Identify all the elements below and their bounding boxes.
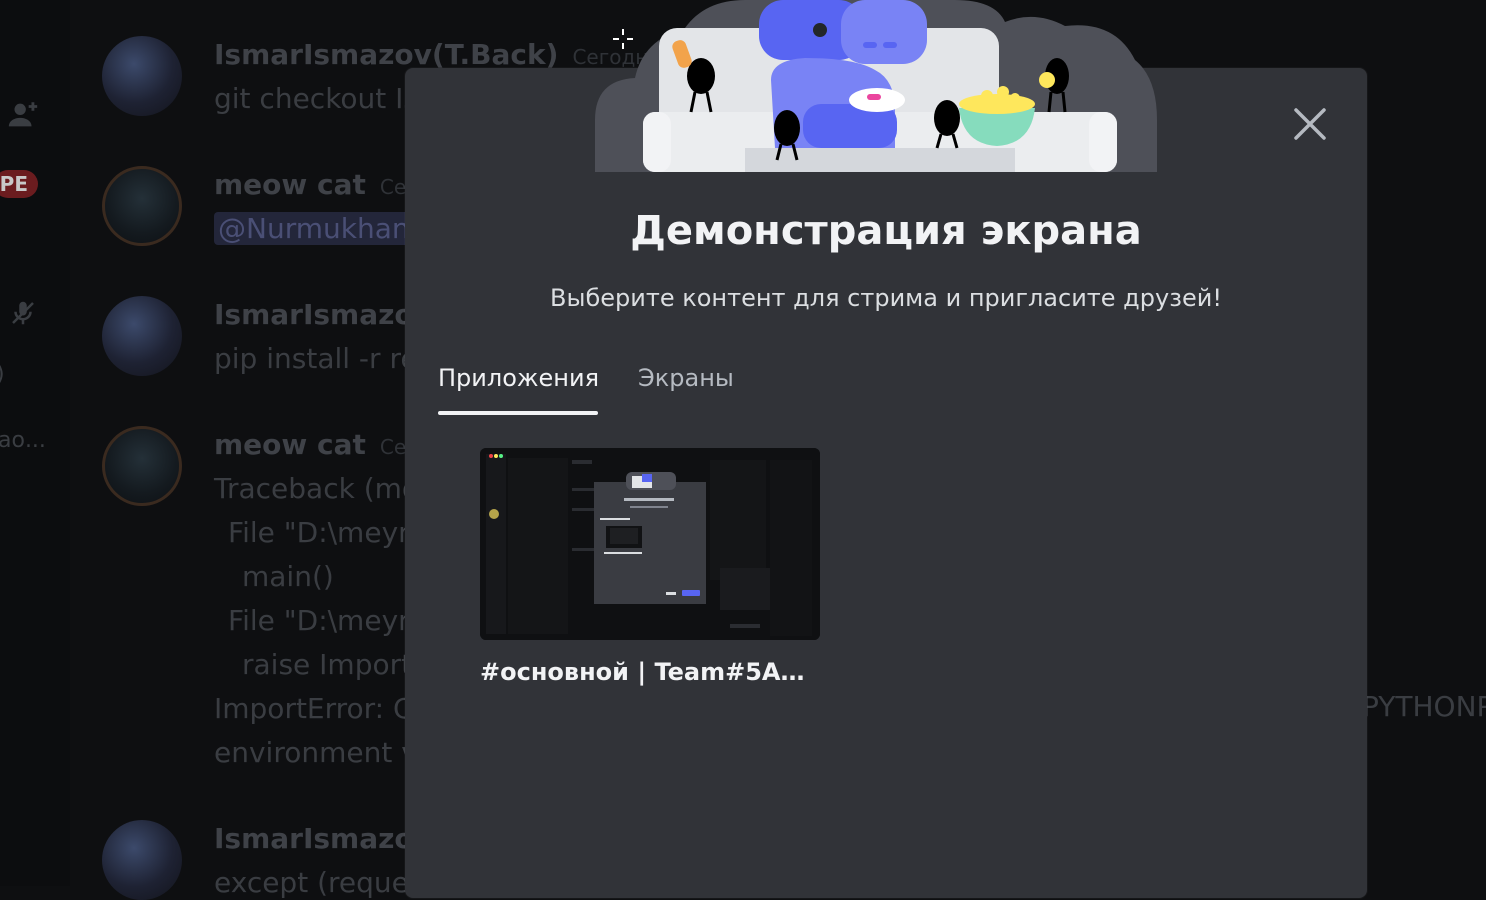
- message-author: meow cat: [214, 428, 366, 461]
- message-text: File "D:\meym: [228, 516, 426, 549]
- notification-badge: PE: [0, 170, 38, 198]
- message-author: meow cat: [214, 168, 366, 201]
- source-thumbnail: [480, 448, 820, 640]
- source-title: #основной | Team#5Andr...: [480, 658, 820, 686]
- message-author: IsmarIsmazov(T.Back): [214, 38, 559, 71]
- thumbnail-preview: [480, 448, 820, 640]
- tab-applications[interactable]: Приложения: [438, 364, 599, 392]
- source-tile[interactable]: #основной | Team#5Andr...: [480, 448, 820, 686]
- user-mention: @Nurmukhan: [214, 212, 414, 245]
- side-text: PYTHONP: [1362, 690, 1486, 723]
- modal-subtitle: Выберите контент для стрима и пригласите…: [550, 284, 1222, 312]
- avatar: [102, 820, 182, 900]
- message-author: IsmarIsmazov: [214, 822, 432, 855]
- active-tab-indicator: [438, 411, 598, 415]
- message-text: Traceback (mo: [214, 472, 420, 505]
- tab-screens[interactable]: Экраны: [638, 364, 734, 392]
- message-author: IsmarIsmazov: [214, 298, 432, 331]
- avatar: [102, 296, 182, 376]
- message-text: except (reque: [214, 866, 409, 899]
- screen-share-illustration: [595, 0, 1157, 172]
- message-text: File "D:\meym: [228, 604, 426, 637]
- message-text: ImportError: C: [214, 692, 413, 725]
- modal-title: Демонстрация экрана: [630, 208, 1142, 254]
- message-text: environment v: [214, 736, 418, 769]
- rail-fragment-name: ао...: [0, 428, 46, 453]
- sparkle-icon: [613, 29, 633, 49]
- message-text: pip install -r re: [214, 342, 418, 375]
- avatar: [102, 36, 182, 116]
- muted-mic-icon: [12, 301, 34, 325]
- message-text: main(): [242, 560, 334, 593]
- avatar: [102, 166, 182, 246]
- close-icon[interactable]: [1290, 104, 1330, 144]
- left-rail: PE ) ао...: [0, 0, 70, 886]
- avatar: [102, 426, 182, 506]
- message-text: raise Import: [242, 648, 413, 681]
- rail-fragment: ): [0, 362, 5, 387]
- message-text: git checkout Is: [214, 82, 419, 115]
- add-friend-icon: [8, 102, 38, 127]
